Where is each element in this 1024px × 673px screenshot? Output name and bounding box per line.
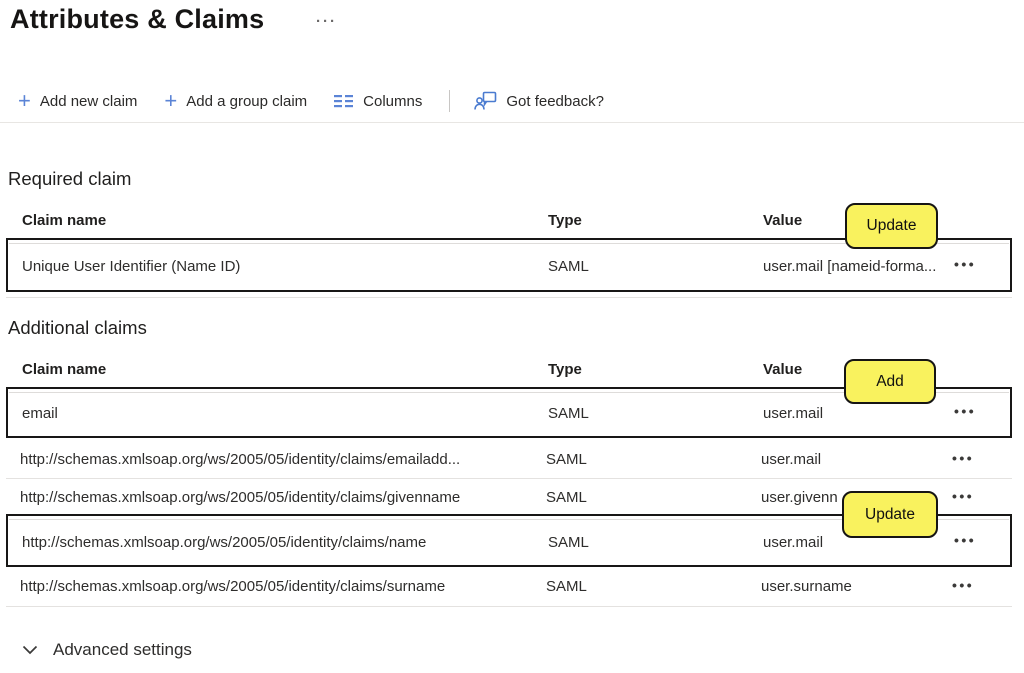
column-header-value: Value [763,361,803,378]
got-feedback-button[interactable]: Got feedback? [474,91,604,111]
value-cell: user.mail [761,451,822,468]
claim-name-cell[interactable]: http://schemas.xmlsoap.org/ws/2005/05/id… [22,534,426,551]
column-header-claim-name: Claim name [22,361,107,378]
row-menu-ellipsis-icon[interactable]: ••• [952,531,978,549]
additional-claims-heading: Additional claims [8,317,147,338]
type-cell: SAML [546,578,587,595]
table-row-surname[interactable]: http://schemas.xmlsoap.org/ws/2005/05/id… [6,567,1012,607]
required-claim-heading: Required claim [8,168,132,189]
add-group-claim-label: Add a group claim [186,92,308,110]
value-cell: user.mail [763,405,824,422]
value-cell: user.givenn [761,489,838,506]
add-new-claim-label: Add new claim [39,92,138,110]
value-cell: user.mail [763,534,824,551]
advanced-settings-toggle[interactable]: Advanced settings [22,640,192,660]
column-header-type: Type [548,361,582,378]
type-cell: SAML [548,405,589,422]
column-header-type: Type [548,212,582,229]
advanced-settings-label: Advanced settings [53,640,192,659]
toolbar-rule [0,122,1024,123]
claim-name-cell[interactable]: http://schemas.xmlsoap.org/ws/2005/05/id… [20,451,460,468]
row-separator [6,297,1012,298]
add-new-claim-button[interactable]: + Add new claim [18,88,138,113]
plus-icon: + [18,88,31,113]
toolbar-divider [449,90,451,112]
row-menu-ellipsis-icon[interactable]: ••• [950,487,976,505]
value-cell: user.surname [761,578,852,595]
row-menu-ellipsis-icon[interactable]: ••• [950,576,976,594]
columns-button[interactable]: Columns [334,94,422,109]
value-cell: user.mail [nameid-forma... [763,258,937,275]
type-cell: SAML [548,258,589,275]
row-menu-ellipsis-icon[interactable]: ••• [952,255,978,273]
columns-icon [334,94,354,108]
annotation-update-required: Update [845,203,938,249]
chevron-down-icon [22,645,38,655]
more-menu-icon[interactable]: ··· [316,14,337,29]
column-header-claim-name: Claim name [22,212,107,229]
row-menu-ellipsis-icon[interactable]: ••• [952,402,978,420]
annotation-add-email: Add [844,359,936,404]
attributes-claims-page: Attributes & Claims ··· + Add new claim … [0,0,1024,673]
got-feedback-label: Got feedback? [506,92,604,110]
plus-icon: + [164,88,178,113]
claim-name-cell[interactable]: http://schemas.xmlsoap.org/ws/2005/05/id… [20,578,445,595]
column-header-value: Value [763,212,803,229]
table-row-emailaddress[interactable]: http://schemas.xmlsoap.org/ws/2005/05/id… [6,440,1012,479]
row-menu-ellipsis-icon[interactable]: ••• [950,449,976,467]
claim-name-cell[interactable]: email [22,405,58,422]
columns-label: Columns [363,92,423,110]
annotation-update-name: Update [842,491,938,538]
type-cell: SAML [546,489,587,506]
type-cell: SAML [546,451,587,468]
toolbar: + Add new claim + Add a group claim Colu… [18,86,631,116]
page-title: Attributes & Claims [10,4,265,34]
feedback-icon [474,91,497,111]
add-group-claim-button[interactable]: + Add a group claim [164,88,308,113]
claim-name-cell[interactable]: http://schemas.xmlsoap.org/ws/2005/05/id… [20,489,460,506]
claim-name-cell[interactable]: Unique User Identifier (Name ID) [22,258,240,275]
type-cell: SAML [548,534,589,551]
